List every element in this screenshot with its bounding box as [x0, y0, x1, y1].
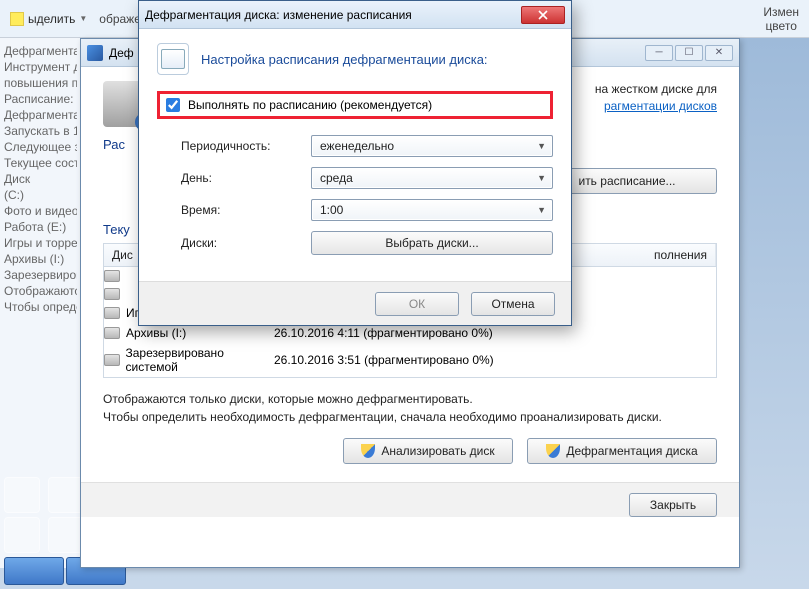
dialog-titlebar[interactable]: Дефрагментация диска: изменение расписан… — [139, 1, 571, 29]
ribbon-highlight-label: ыделить — [28, 12, 75, 26]
schedule-dialog: Дефрагментация диска: изменение расписан… — [138, 0, 572, 326]
shield-icon — [361, 444, 375, 458]
dialog-title: Дефрагментация диска: изменение расписан… — [145, 8, 412, 22]
select-disks-button[interactable]: Выбрать диски... — [311, 231, 553, 255]
left-panel-item: Диск — [4, 172, 77, 186]
disks-label: Диски: — [181, 236, 301, 250]
ribbon-right-bottom: цвето — [763, 19, 799, 33]
maximize-button[interactable]: ☐ — [675, 45, 703, 61]
left-panel-item: Запускать в 1:00 кажд. сред... — [4, 124, 77, 138]
chevron-down-icon: ▼ — [537, 141, 546, 151]
analyze-disk-button[interactable]: Анализировать диск — [343, 438, 513, 464]
dialog-heading: Настройка расписания дефрагментации диск… — [201, 52, 488, 67]
minimize-button[interactable]: ─ — [645, 45, 673, 61]
footer-note: Отображаются только диски, которые можно… — [103, 390, 717, 426]
period-label: Периодичность: — [181, 139, 301, 153]
disk-name: Зарезервировано системой — [126, 346, 275, 374]
highlighted-checkbox-row: Выполнять по расписанию (рекомендуется) — [157, 91, 553, 119]
period-dropdown[interactable]: еженедельно▼ — [311, 135, 553, 157]
drive-icon — [104, 354, 120, 366]
calendar-icon — [157, 43, 189, 75]
time-dropdown[interactable]: 1:00▼ — [311, 199, 553, 221]
left-panel-item: Инструмент дефраг... — [4, 60, 77, 74]
dialog-close-button[interactable] — [521, 6, 565, 24]
left-panel-item: Игры и торренты (G:) — [4, 236, 77, 250]
left-panel-item: Расписание: — [4, 92, 77, 106]
app-icon — [87, 45, 103, 61]
left-panel-item: повышения произв... — [4, 76, 77, 90]
drive-icon — [104, 288, 120, 300]
left-panel-item: Фото и видео (D:) — [4, 204, 77, 218]
ok-button[interactable]: ОК — [375, 292, 459, 316]
table-row[interactable]: Зарезервировано системой26.10.2016 3:51 … — [104, 343, 716, 377]
left-panel-item: Чтобы определить необходим... — [4, 300, 77, 314]
disk-analysis: 26.10.2016 4:11 (фрагментировано 0%) — [274, 326, 493, 340]
chevron-down-icon: ▼ — [79, 14, 87, 23]
left-panel-item: Дефрагментация по рас... — [4, 108, 77, 122]
ribbon-right-top: Измен — [763, 5, 799, 19]
highlight-icon — [10, 12, 24, 26]
help-link[interactable]: рагментации дисков — [604, 99, 717, 113]
left-panel-item: (C:) — [4, 188, 77, 202]
left-panel-item: Отображаются только диск... — [4, 284, 77, 298]
time-label: Время: — [181, 203, 301, 217]
day-dropdown[interactable]: среда▼ — [311, 167, 553, 189]
run-on-schedule-checkbox[interactable] — [166, 98, 180, 112]
shield-icon — [546, 444, 560, 458]
day-label: День: — [181, 171, 301, 185]
left-panel-item: Архивы (I:) — [4, 252, 77, 266]
left-panel-item: Работа (E:) — [4, 220, 77, 234]
chevron-down-icon: ▼ — [537, 205, 546, 215]
chevron-down-icon: ▼ — [537, 173, 546, 183]
left-panel-item: Текущее состояние — [4, 156, 77, 170]
left-panel-item: Следующее запланирова... — [4, 140, 77, 154]
cancel-button[interactable]: Отмена — [471, 292, 555, 316]
drive-icon — [104, 307, 120, 319]
run-on-schedule-label: Выполнять по расписанию (рекомендуется) — [188, 98, 432, 112]
close-button[interactable]: Закрыть — [629, 493, 717, 517]
window-title: Деф — [109, 46, 134, 60]
drive-icon — [104, 327, 120, 339]
drive-icon — [104, 270, 120, 282]
table-row[interactable]: Архивы (I:) 26.10.2016 4:11 (фрагментиров… — [104, 323, 716, 343]
left-panel-item: Дефрагментация диска — [4, 44, 77, 58]
disk-name: Архивы (I:) — [126, 326, 186, 340]
disk-analysis: 26.10.2016 3:51 (фрагментировано 0%) — [274, 353, 494, 367]
close-window-button[interactable]: ✕ — [705, 45, 733, 61]
close-icon — [538, 10, 548, 20]
ribbon-highlight-button[interactable]: ыделить ▼ — [10, 12, 87, 26]
defragment-disk-button[interactable]: Дефрагментация диска — [527, 438, 717, 464]
left-panel-item: Зарезервировано систем... — [4, 268, 77, 282]
